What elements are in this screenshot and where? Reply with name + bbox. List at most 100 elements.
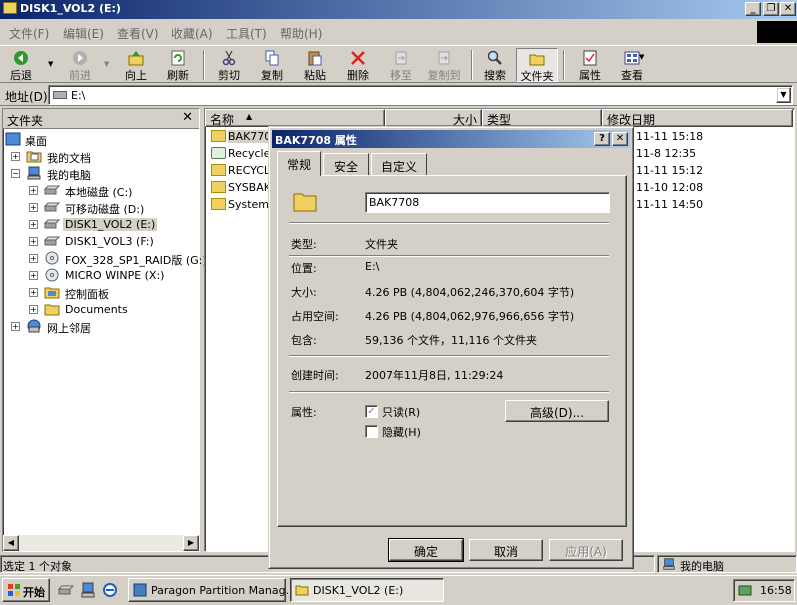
size-on-disk-label: 占用空间: xyxy=(291,310,339,323)
cancel-button[interactable]: 取消 xyxy=(469,539,543,561)
title-bar[interactable]: DISK1_VOL2 (E:) _ ❐ ✕ xyxy=(0,0,797,19)
close-pane-button[interactable]: ✕ xyxy=(182,110,193,125)
tree-item-drive-e[interactable]: + DISK1_VOL2 (E:) xyxy=(29,217,199,233)
address-input[interactable]: E:\ ▼ xyxy=(48,85,793,105)
dialog-close-button[interactable]: ✕ xyxy=(612,132,628,146)
taskbar-button-explorer[interactable]: DISK1_VOL2 (E:) xyxy=(290,578,444,602)
hidden-label[interactable]: 隐藏(H) xyxy=(382,424,421,440)
minimize-button[interactable]: _ xyxy=(745,2,761,16)
tree-item-drive-c[interactable]: + 本地磁盘 (C:) xyxy=(29,183,199,199)
cut-button[interactable]: 剪切 xyxy=(211,48,247,82)
paste-button[interactable]: 粘贴 xyxy=(297,48,333,82)
expand-toggle[interactable]: + xyxy=(29,220,38,229)
size-on-disk-value: 4.26 PB (4,804,062,976,966,656 字节) xyxy=(365,310,575,323)
expand-toggle[interactable]: + xyxy=(29,288,38,297)
status-text: 选定 1 个对象 xyxy=(3,560,72,573)
scroll-right-button[interactable]: ▶ xyxy=(183,535,199,551)
expand-toggle[interactable]: + xyxy=(29,271,38,280)
column-header-modified[interactable]: 修改日期 xyxy=(602,109,793,127)
tree-item-drive-f[interactable]: + DISK1_VOL3 (F:) xyxy=(29,234,199,250)
back-dropdown-arrow[interactable]: ▼ xyxy=(48,60,53,68)
tab-security[interactable]: 安全 xyxy=(323,153,369,175)
tree-item-drive-x[interactable]: + MICRO WINPE (X:) xyxy=(29,268,199,284)
copy-to-button[interactable]: 复制到 xyxy=(424,48,464,82)
tab-general[interactable]: 常规 xyxy=(277,151,321,176)
readonly-label[interactable]: 只读(R) xyxy=(382,404,420,420)
column-header-size[interactable]: 大小 xyxy=(385,109,482,127)
folder-name-input[interactable]: BAK7708 xyxy=(365,192,610,213)
toolbar-separator xyxy=(563,50,565,80)
dialog-title-bar[interactable]: BAK7708 属性 ? ✕ xyxy=(272,130,630,148)
my-documents-icon xyxy=(26,151,42,163)
tree-item-my-computer[interactable]: − 我的电脑 xyxy=(11,166,191,182)
tree-item-network-places[interactable]: + 网上邻居 xyxy=(11,319,191,335)
tree-item-drive-d[interactable]: + 可移动磁盘 (D:) xyxy=(29,200,199,216)
folder-pane-hscrollbar[interactable]: ◀ ▶ xyxy=(3,535,199,551)
view-dropdown-arrow[interactable]: ▼ xyxy=(639,53,644,61)
apply-button[interactable]: 应用(A) xyxy=(549,539,623,561)
tab-customize[interactable]: 自定义 xyxy=(371,153,427,175)
forward-button[interactable]: 前进 xyxy=(62,48,98,82)
menu-file[interactable]: 文件(F) xyxy=(9,25,49,42)
cd-drive-icon xyxy=(45,268,59,282)
scroll-left-button[interactable]: ◀ xyxy=(3,535,19,551)
control-panel-icon xyxy=(44,287,60,299)
tree-item-drive-g[interactable]: + FOX_328_SP1_RAID版 (G:) xyxy=(29,251,207,267)
expand-toggle[interactable]: + xyxy=(11,152,20,161)
collapse-toggle[interactable]: − xyxy=(11,169,20,178)
view-button[interactable]: 查看 xyxy=(614,48,650,82)
expand-toggle[interactable]: + xyxy=(29,203,38,212)
move-to-button[interactable]: 移至 xyxy=(383,48,419,82)
address-dropdown-button[interactable]: ▼ xyxy=(776,87,791,103)
expand-toggle[interactable]: + xyxy=(29,305,38,314)
address-label: 地址(D) xyxy=(5,90,48,104)
menu-favorites[interactable]: 收藏(A) xyxy=(171,25,213,42)
folder-icon xyxy=(295,585,309,596)
hidden-checkbox[interactable] xyxy=(365,425,378,438)
menu-edit[interactable]: 编辑(E) xyxy=(63,25,104,42)
folder-tree-pane: 文件夹 ✕ 桌面 + 我的文档 − 我的电脑 + 本地磁盘 (C:) + 可移动… xyxy=(2,108,207,552)
up-button[interactable]: 向上 xyxy=(118,48,154,82)
search-button[interactable]: 搜索 xyxy=(478,48,512,82)
help-button[interactable]: ? xyxy=(594,132,610,146)
menu-view[interactable]: 查看(V) xyxy=(117,25,159,42)
address-value: E:\ xyxy=(71,89,86,102)
tree-item-documents[interactable]: + Documents xyxy=(29,302,199,318)
folder-pane-header: 文件夹 ✕ xyxy=(3,109,199,129)
delete-button[interactable]: 删除 xyxy=(340,48,376,82)
expand-toggle[interactable]: + xyxy=(29,237,38,246)
column-header-name[interactable]: 名称 ▲ xyxy=(205,109,385,127)
column-header-type[interactable]: 类型 xyxy=(482,109,602,127)
menu-help[interactable]: 帮助(H) xyxy=(280,25,322,42)
toolbar-separator xyxy=(471,50,473,80)
refresh-button[interactable]: 刷新 xyxy=(160,48,196,82)
toolbar: 后退 ▼ 前进 ▼ 向上 刷新 剪切 复制 粘贴 删除 移至 复制到 搜索 文件… xyxy=(0,45,797,83)
tray-app-icon[interactable] xyxy=(738,583,752,597)
maximize-button[interactable]: ❐ xyxy=(763,2,779,16)
ok-button[interactable]: 确定 xyxy=(388,538,464,562)
expand-toggle[interactable]: + xyxy=(29,254,38,263)
drive-quicklaunch-icon[interactable] xyxy=(58,584,74,596)
expand-toggle[interactable]: + xyxy=(11,322,20,331)
taskbar-button-paragon[interactable]: Paragon Partition Manag... xyxy=(128,578,296,602)
close-button[interactable]: ✕ xyxy=(780,2,796,16)
expand-toggle[interactable]: + xyxy=(29,186,38,195)
advanced-button[interactable]: 高级(D)... xyxy=(505,400,609,422)
my-computer-quicklaunch-icon[interactable] xyxy=(80,582,96,598)
back-button[interactable]: 后退 xyxy=(3,48,39,82)
start-button[interactable]: 开始 xyxy=(2,578,50,602)
cd-drive-icon xyxy=(45,251,59,265)
forward-dropdown-arrow[interactable]: ▼ xyxy=(104,60,109,68)
clock[interactable]: 16:58 xyxy=(760,584,792,597)
tree-item-my-documents[interactable]: + 我的文档 xyxy=(11,149,191,165)
tree-item-desktop[interactable]: 桌面 xyxy=(5,132,185,148)
copy-button[interactable]: 复制 xyxy=(254,48,290,82)
readonly-checkbox[interactable]: ✓ xyxy=(365,405,378,418)
tree-item-control-panel[interactable]: + 控制面板 xyxy=(29,285,199,301)
folders-button[interactable]: 文件夹 xyxy=(516,48,558,83)
properties-icon xyxy=(583,50,597,66)
internet-explorer-icon[interactable] xyxy=(102,582,118,598)
folder-icon xyxy=(3,2,17,14)
properties-button[interactable]: 属性 xyxy=(572,48,608,82)
menu-tools[interactable]: 工具(T) xyxy=(226,25,267,42)
